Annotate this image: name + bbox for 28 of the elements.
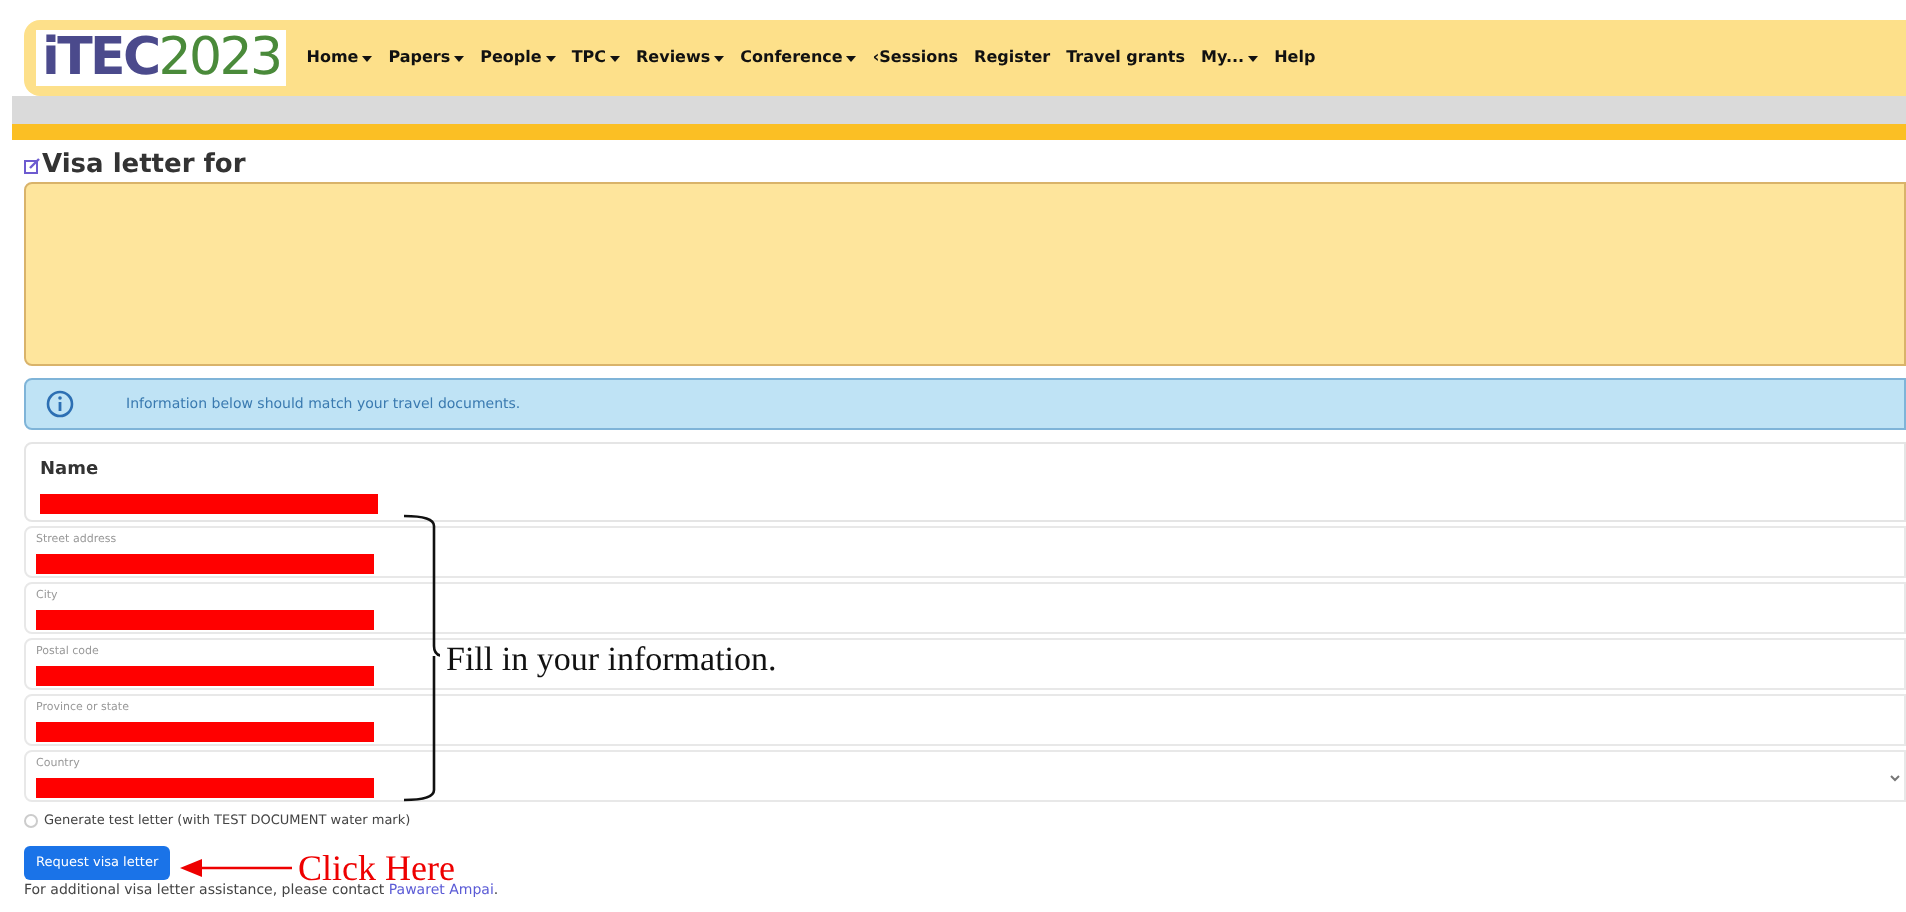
nav-link[interactable]: Conference	[740, 46, 857, 70]
nav-link[interactable]: ‹Sessions	[872, 46, 959, 70]
nav-link[interactable]: Home	[306, 46, 373, 70]
annotation-text: Click Here	[298, 850, 455, 886]
name-label: Name	[40, 458, 101, 484]
checkbox[interactable]	[24, 814, 38, 829]
edit-icon[interactable]	[24, 157, 40, 173]
caret-icon	[1248, 55, 1259, 61]
nav-link[interactable]: Register	[974, 46, 1051, 70]
caret-icon	[454, 55, 465, 61]
nav-link[interactable]: Travel grants	[1066, 46, 1186, 70]
caret-icon	[362, 55, 373, 61]
annotation-text: Fill in your information.	[446, 638, 777, 682]
nav-link[interactable]: Papers	[388, 46, 465, 70]
logo[interactable]: iTEC2023	[36, 30, 287, 86]
nav-link[interactable]: TPC	[571, 46, 621, 70]
caret-icon	[846, 55, 857, 61]
arrow-icon	[180, 858, 292, 878]
nav-link[interactable]: People	[480, 46, 556, 70]
chevron-down-icon	[1890, 774, 1900, 782]
nav-link[interactable]: Help	[1274, 46, 1316, 70]
nav-link[interactable]: My...	[1201, 46, 1259, 70]
nav-link[interactable]: Reviews	[636, 46, 725, 70]
info-icon	[46, 390, 74, 418]
page-title: Visa letter for	[42, 152, 246, 178]
caret-icon	[714, 55, 725, 61]
caret-icon	[545, 55, 556, 61]
caret-icon	[610, 55, 621, 61]
